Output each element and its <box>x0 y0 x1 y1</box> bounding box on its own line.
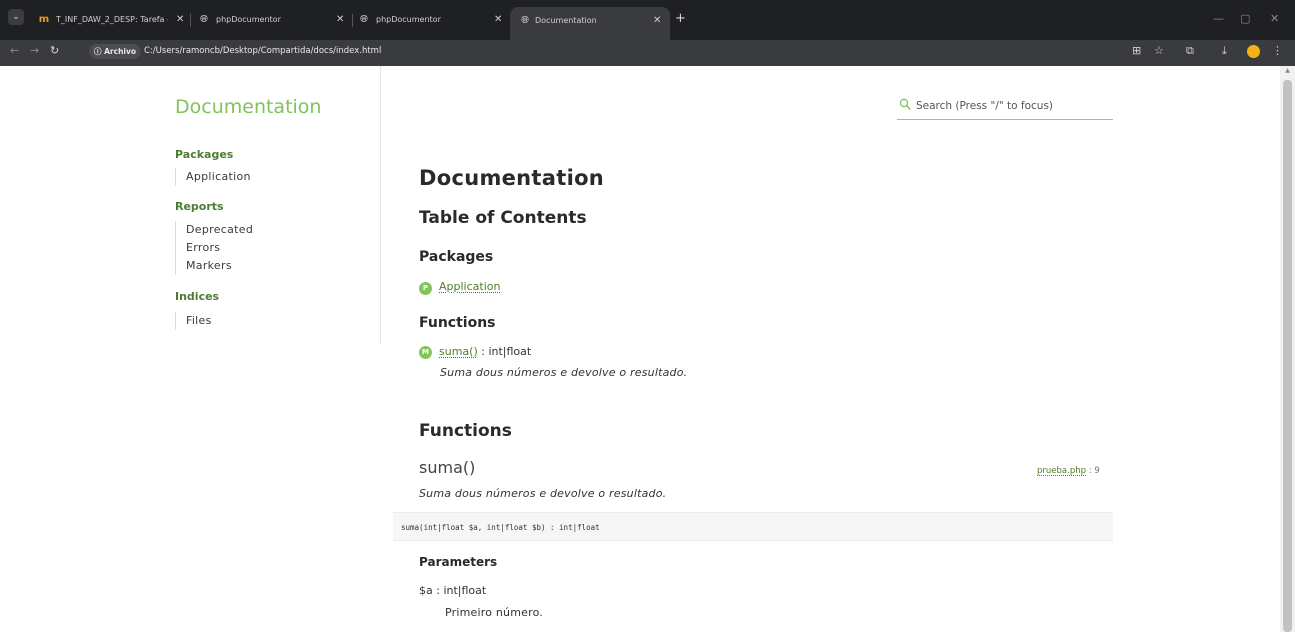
close-window-icon[interactable]: ✕ <box>1270 12 1279 25</box>
sidebar-section-reports: Reports <box>175 200 224 213</box>
chrome-divider <box>0 63 1295 66</box>
sidebar-item-errors[interactable]: Errors <box>186 239 253 257</box>
menu-kebab-icon[interactable]: ⋮ <box>1272 44 1283 57</box>
method-signature: suma(int|float $a, int|float $b) : int|f… <box>393 512 1113 541</box>
downloads-icon[interactable]: ⤓ <box>1222 44 1227 58</box>
tab-separator <box>190 14 191 27</box>
close-tab-icon[interactable]: ✕ <box>336 6 344 34</box>
url-text[interactable]: C:/Users/ramoncb/Desktop/Compartida/docs… <box>144 42 381 61</box>
function-link-suma[interactable]: suma() <box>439 345 478 358</box>
sidebar-item-markers[interactable]: Markers <box>186 257 253 275</box>
bookmark-star-icon[interactable]: ☆ <box>1154 44 1164 57</box>
functions-section-heading: Functions <box>419 421 512 441</box>
function-return-type: : int|float <box>477 345 532 358</box>
sidebar-divider <box>380 66 381 344</box>
method-badge-icon: M <box>419 346 432 359</box>
toc-function-row: suma() : int|float <box>439 345 531 358</box>
site-info-chip[interactable]: ⓘ Archivo <box>89 44 142 59</box>
parameters-heading: Parameters <box>419 555 498 569</box>
sidebar-list-reports: Deprecated Errors Markers <box>175 221 253 275</box>
scrollbar-thumb[interactable] <box>1283 80 1292 632</box>
param-description: Primeiro número. <box>445 606 544 619</box>
sidebar-section-indices: Indices <box>175 290 220 303</box>
new-tab-button[interactable]: + <box>675 11 686 26</box>
method-name: suma() <box>419 458 476 477</box>
package-link-application[interactable]: Application <box>439 280 500 293</box>
package-badge-icon: P <box>419 282 432 295</box>
omnibox[interactable]: ⓘ Archivo C:/Users/ramoncb/Desktop/Compa… <box>86 42 1106 61</box>
file-line-number: : 9 <box>1086 466 1100 476</box>
sidebar-list-indices: Files <box>175 312 212 330</box>
maximize-icon[interactable]: ▢ <box>1240 12 1250 25</box>
param-name: $a : int|float <box>419 584 487 597</box>
toc-function-description: Suma dous números e devolve o resultado. <box>440 366 688 379</box>
toc-package-row: Application <box>439 280 500 293</box>
address-bar-row: ← → ↻ ⓘ Archivo C:/Users/ramoncb/Desktop… <box>0 40 1295 63</box>
globe-icon: 🌐︎ <box>521 15 529 26</box>
forward-icon[interactable]: → <box>30 44 39 57</box>
file-reference: prueba.php : 9 <box>1037 466 1100 476</box>
toc-functions-heading: Functions <box>419 315 496 331</box>
moodle-icon: m <box>38 14 50 25</box>
minimize-icon[interactable]: — <box>1213 12 1224 25</box>
sidebar-item-application[interactable]: Application <box>186 168 251 186</box>
toc-packages-heading: Packages <box>419 249 494 265</box>
globe-icon: 🌐︎ <box>200 14 208 25</box>
sidebar-list-packages: Application <box>175 168 251 186</box>
tab-search-menu-icon[interactable]: ⌄ <box>8 9 24 25</box>
sidebar-title[interactable]: Documentation <box>175 96 321 118</box>
sidebar-item-deprecated[interactable]: Deprecated <box>186 221 253 239</box>
tab-documentation[interactable]: 🌐︎ Documentation ✕ <box>510 7 670 40</box>
search-box <box>897 96 1113 120</box>
back-icon[interactable]: ← <box>10 44 19 57</box>
tab-moodle[interactable]: m T_INF_DAW_2_DESP: Tarefa - Ja ✕ <box>38 6 188 34</box>
search-input[interactable] <box>916 96 1111 116</box>
globe-icon: 🌐︎ <box>360 14 368 25</box>
method-description: Suma dous números e devolve o resultado. <box>419 487 667 500</box>
search-icon <box>899 98 911 110</box>
tab-title: phpDocumentor <box>376 15 441 24</box>
tab-separator <box>352 14 353 27</box>
toc-heading: Table of Contents <box>419 208 587 228</box>
translate-icon[interactable]: ⊞ <box>1132 44 1141 57</box>
tab-phpdocumentor-1[interactable]: 🌐︎ phpDocumentor ✕ <box>198 6 348 34</box>
profile-avatar[interactable] <box>1247 45 1260 58</box>
sidebar-section-packages: Packages <box>175 148 234 161</box>
close-tab-icon[interactable]: ✕ <box>653 7 661 35</box>
browser-tab-bar: ⌄ m T_INF_DAW_2_DESP: Tarefa - Ja ✕ 🌐︎ p… <box>0 0 1295 40</box>
extensions-icon[interactable]: ⧉ <box>1186 44 1194 58</box>
tab-title: T_INF_DAW_2_DESP: Tarefa - Ja <box>56 15 168 24</box>
chip-label: Archivo <box>104 47 137 56</box>
tab-title: phpDocumentor <box>216 15 281 24</box>
page-title: Documentation <box>419 166 605 190</box>
tab-title: Documentation <box>535 16 597 25</box>
sidebar-item-files[interactable]: Files <box>186 312 212 330</box>
info-icon: ⓘ <box>94 47 105 56</box>
reload-icon[interactable]: ↻ <box>50 44 59 57</box>
close-tab-icon[interactable]: ✕ <box>176 6 184 34</box>
close-tab-icon[interactable]: ✕ <box>494 6 502 34</box>
tab-phpdocumentor-2[interactable]: 🌐︎ phpDocumentor ✕ <box>358 6 508 34</box>
file-link-prueba[interactable]: prueba.php <box>1037 466 1086 476</box>
scroll-up-arrow-icon[interactable]: ▲ <box>1283 67 1292 77</box>
